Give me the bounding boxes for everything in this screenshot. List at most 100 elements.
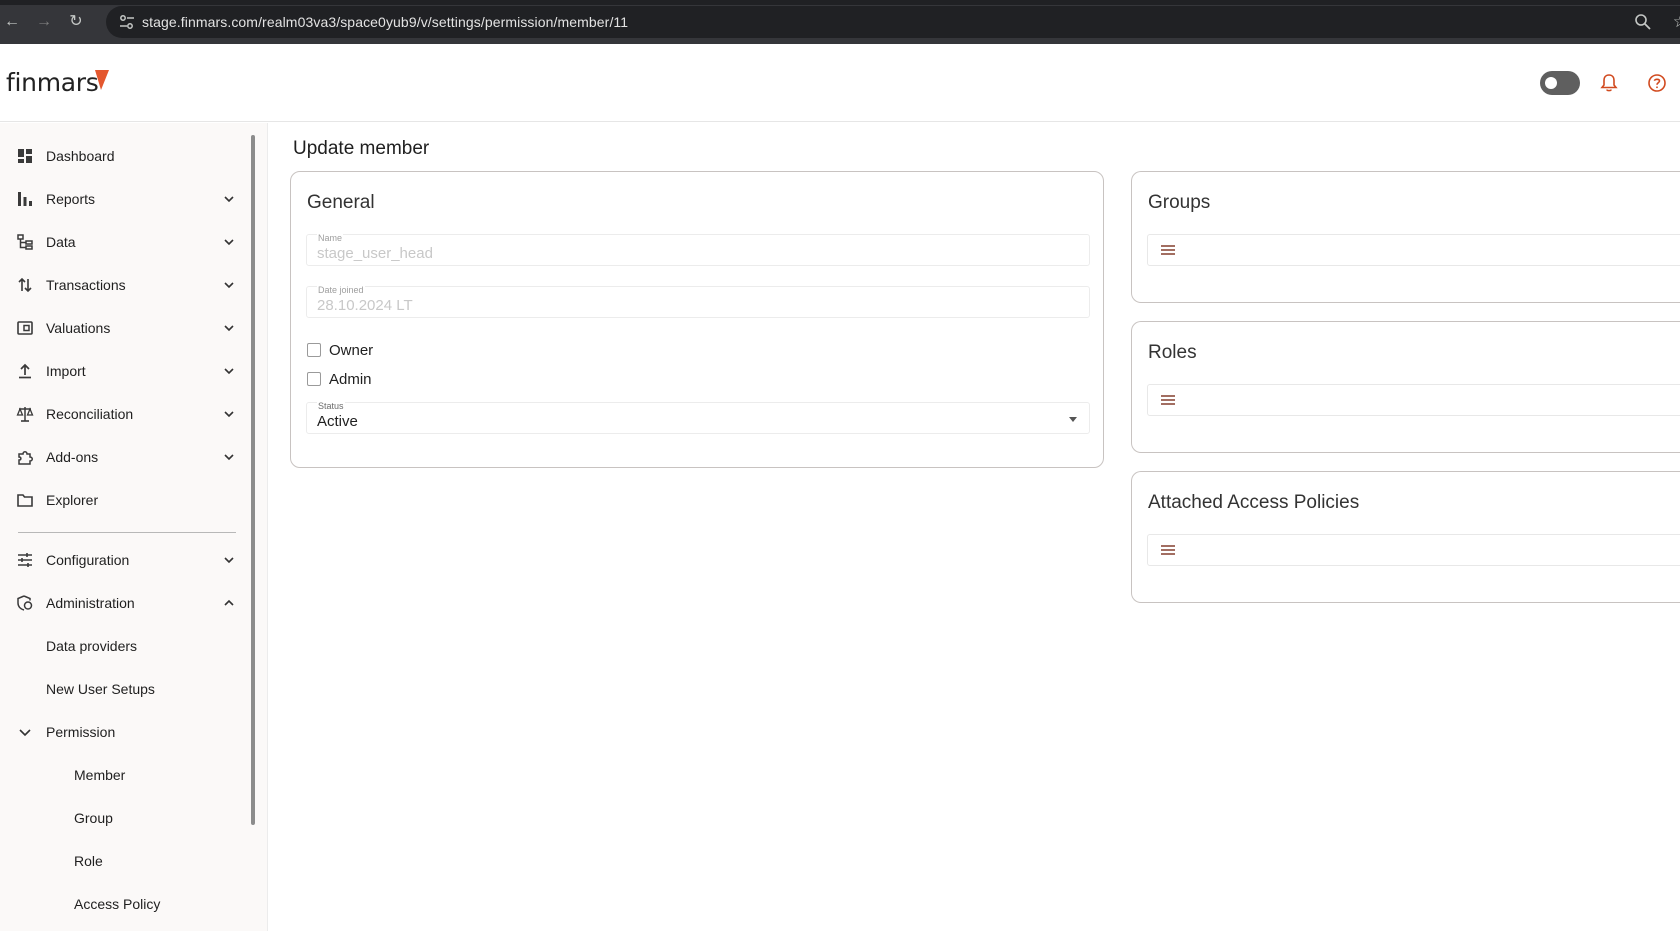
sidebar-item-label: Group — [74, 810, 113, 826]
roles-card: Roles — [1131, 321, 1680, 453]
wallet-icon — [17, 321, 33, 335]
bookmark-star-icon[interactable]: ☆ — [1673, 12, 1680, 32]
field-label: Name — [317, 233, 344, 243]
theme-toggle[interactable] — [1540, 71, 1580, 95]
sidebar-item-label: Permission — [46, 724, 116, 740]
sidebar-item-label: Transactions — [46, 277, 126, 293]
back-arrow-icon[interactable]: ← — [2, 12, 22, 32]
sidebar-item-label: Reports — [46, 191, 96, 207]
sidebar-item-member[interactable]: Member — [0, 755, 240, 795]
sidebar-item-label: Data providers — [46, 638, 138, 654]
sidebar-divider — [18, 532, 236, 533]
chevron-down-icon — [19, 729, 31, 737]
roles-list[interactable] — [1147, 384, 1680, 416]
sidebar-item-label: Configuration — [46, 552, 130, 568]
chevron-down-icon — [224, 325, 234, 332]
chevron-down-icon — [224, 454, 234, 461]
sidebar-item-group[interactable]: Group — [0, 798, 240, 838]
page-title: Update member — [293, 138, 430, 159]
sidebar-item-label: Access Policy — [74, 896, 161, 912]
admin-shield-icon — [17, 595, 33, 611]
sidebar-item-label: Import — [46, 363, 86, 379]
sidebar-item-administration[interactable]: Administration — [0, 583, 240, 623]
field-value: Active — [317, 413, 358, 430]
sidebar-item-add-ons[interactable]: Add-ons — [0, 437, 240, 477]
menu-icon[interactable] — [1160, 243, 1176, 257]
owner-checkbox[interactable]: Owner — [306, 340, 426, 360]
bar-chart-icon — [18, 192, 32, 206]
chevron-up-icon — [224, 599, 234, 606]
sidebar-item-label: New User Setups — [46, 681, 155, 697]
data-tree-icon — [17, 234, 33, 250]
date-joined-field[interactable]: Date joined 28.10.2024 LT — [306, 285, 1090, 318]
sidebar-scrollbar[interactable] — [251, 135, 255, 825]
site-settings-icon[interactable] — [118, 13, 136, 31]
sidebar-item-label: Add-ons — [46, 449, 99, 465]
chevron-down-icon — [224, 411, 234, 418]
toggle-knob — [1545, 77, 1557, 89]
checkbox-label: Owner — [329, 342, 374, 359]
sidebar-item-reconciliation[interactable]: Reconciliation — [0, 394, 240, 434]
checkbox-label: Admin — [329, 371, 372, 388]
card-title: Attached Access Policies — [1148, 492, 1360, 513]
sidebar-item-dashboard[interactable]: Dashboard — [0, 136, 240, 176]
sidebar-item-role[interactable]: Role — [0, 841, 240, 881]
browser-toolbar: ← → ↻ stage.finmars.com/realm03va3/space… — [0, 0, 1680, 44]
forward-arrow-icon[interactable]: → — [34, 12, 54, 32]
checkbox-box[interactable] — [307, 343, 321, 357]
sidebar-item-valuations[interactable]: Valuations — [0, 308, 240, 348]
field-value: stage_user_head — [317, 245, 433, 262]
card-title: Groups — [1148, 192, 1211, 213]
field-value: 28.10.2024 LT — [317, 297, 413, 314]
sidebar-item-label: Valuations — [46, 320, 111, 336]
scale-icon — [16, 407, 34, 422]
app-header: finmars — [0, 44, 1680, 122]
menu-icon[interactable] — [1160, 543, 1176, 557]
general-card: General Name stage_user_head Date joined… — [290, 171, 1104, 468]
menu-icon[interactable] — [1160, 393, 1176, 407]
field-label: Status — [317, 401, 345, 411]
sidebar-item-new-user-setups[interactable]: New User Setups — [0, 669, 240, 709]
logo[interactable]: finmars — [6, 68, 99, 97]
sidebar-item-transactions[interactable]: Transactions — [0, 265, 240, 305]
field-label: Date joined — [317, 285, 365, 295]
folder-icon — [17, 494, 33, 507]
dropdown-arrow-icon[interactable] — [1069, 417, 1077, 422]
zoom-icon[interactable] — [1634, 13, 1652, 31]
help-icon[interactable] — [1646, 72, 1668, 94]
bell-icon[interactable] — [1598, 72, 1620, 94]
access-policies-list[interactable] — [1147, 534, 1680, 566]
reload-icon[interactable]: ↻ — [66, 12, 86, 32]
groups-list[interactable] — [1147, 234, 1680, 266]
sidebar-item-data-providers[interactable]: Data providers — [0, 626, 240, 666]
chevron-down-icon — [224, 196, 234, 203]
sidebar-item-label: Administration — [46, 595, 135, 611]
chevron-down-icon — [224, 368, 234, 375]
sidebar-item-label: Role — [74, 853, 103, 869]
sidebar: Dashboard Reports Data Transactions Valu… — [0, 123, 268, 931]
logo-mark-icon — [95, 70, 109, 90]
status-select[interactable]: Status Active — [306, 401, 1090, 434]
chevron-down-icon — [224, 282, 234, 289]
url-text[interactable]: stage.finmars.com/realm03va3/space0yub9/… — [142, 14, 628, 30]
card-title: Roles — [1148, 342, 1197, 363]
checkbox-box[interactable] — [307, 372, 321, 386]
chevron-down-icon — [224, 557, 234, 564]
sidebar-item-configuration[interactable]: Configuration — [0, 540, 240, 580]
puzzle-icon — [18, 451, 33, 465]
name-field[interactable]: Name stage_user_head — [306, 233, 1090, 266]
sidebar-item-data[interactable]: Data — [0, 222, 240, 262]
admin-checkbox[interactable]: Admin — [306, 369, 426, 389]
upload-icon — [19, 363, 31, 379]
sidebar-item-explorer[interactable]: Explorer — [0, 480, 240, 520]
sidebar-item-label: Member — [74, 767, 126, 783]
sidebar-item-permission[interactable]: Permission — [0, 712, 240, 752]
dashboard-icon — [18, 149, 32, 163]
sidebar-item-import[interactable]: Import — [0, 351, 240, 391]
sidebar-item-access-policy[interactable]: Access Policy — [0, 884, 240, 924]
card-title: General — [307, 192, 375, 213]
address-bar[interactable]: stage.finmars.com/realm03va3/space0yub9/… — [106, 6, 1680, 38]
sidebar-item-label: Dashboard — [46, 148, 115, 164]
tab-strip — [0, 0, 1680, 5]
sidebar-item-reports[interactable]: Reports — [0, 179, 240, 219]
